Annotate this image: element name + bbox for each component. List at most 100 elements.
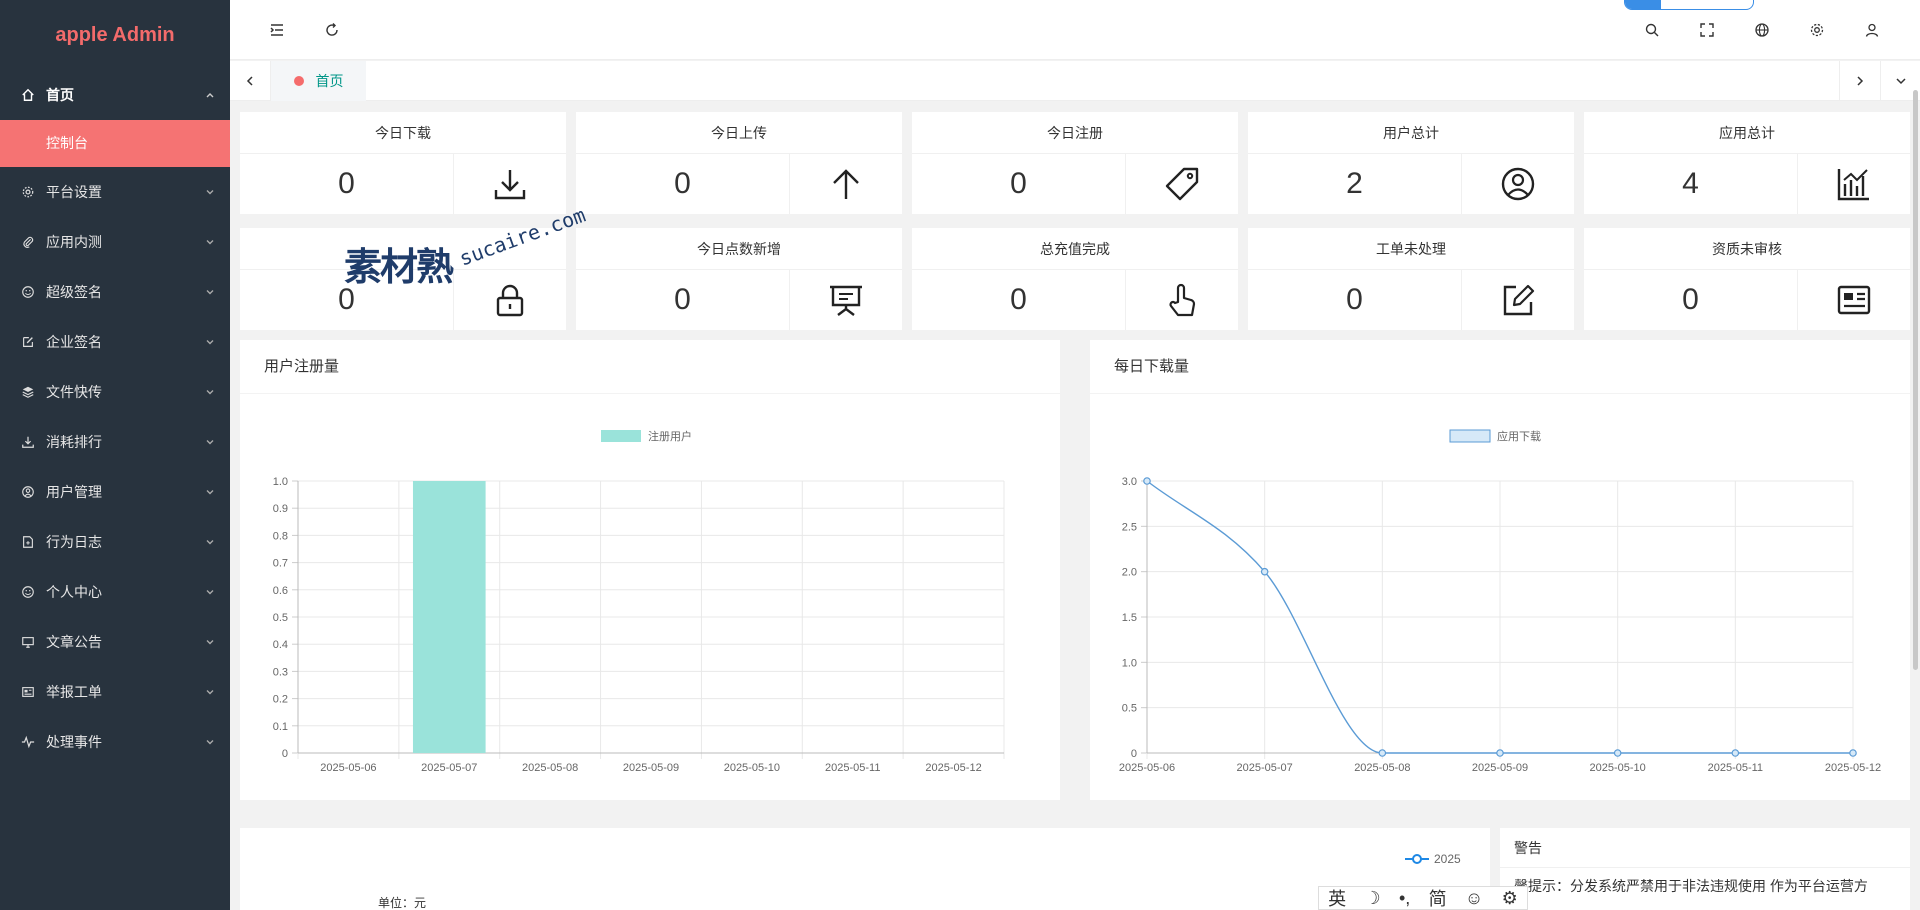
settings-button[interactable] [1805,18,1829,42]
stat-value: 0 [1682,283,1699,316]
stat-value: 0 [338,283,355,316]
brand-title: apple Admin [55,24,175,46]
y-tick-label: 0.5 [1122,703,1137,715]
stat-icon-box [1125,154,1238,214]
stat-card: 今日下载 0 [240,112,566,214]
x-tick-label: 2025-05-10 [1590,762,1646,774]
layers-icon [20,384,36,400]
stat-value: 0 [1010,283,1027,316]
x-tick-label: 2025-05-08 [522,762,578,774]
stat-card: 工单未处理 0 [1248,228,1574,330]
unit-label: 单位：元 [378,896,427,910]
sidebar-item-label: 超级签名 [46,284,102,300]
stat-title: 今日下载 [240,112,566,154]
sidebar-item-11[interactable]: 举报工单 [0,667,230,717]
ime-button[interactable]: ☺ [1465,888,1483,909]
sidebar-item-1[interactable]: 平台设置 [0,167,230,217]
chevron-down-icon [206,290,214,295]
language-button[interactable] [1750,18,1774,42]
tab-scroll-right-button[interactable] [1840,61,1880,101]
ime-button[interactable]: 简 [1429,885,1447,910]
download-chart-panel: 每日下载量 应用下载 0 0.5 1.0 1.5 2.0 2.5 3.0 2025-05-06 2… [1090,340,1910,800]
stat-icon-box [1461,270,1574,330]
legend-line-icon [1405,854,1429,864]
sidebar-item-label: 用户管理 [46,484,102,500]
warning-title: 警告 [1500,828,1910,868]
stat-value: 0 [674,167,691,200]
x-tick-label: 2025-05-10 [724,762,780,774]
stat-title: 今日点数新增 [576,228,902,270]
chevron-down-icon [206,190,214,195]
tab-label: 首页 [315,73,344,89]
stat-card: 今日注册 0 [912,112,1238,214]
stat-title: 资质未审核 [1584,228,1910,270]
menu-toggle-button[interactable] [265,18,289,42]
legend-label: 注册用户 [648,429,692,443]
x-tick-label: 2025-05-09 [1472,762,1528,774]
refresh-button[interactable] [320,18,344,42]
sidebar-item-3[interactable]: 超级签名 [0,267,230,317]
y-tick-label: 0.7 [273,558,288,570]
stat-title: 总充值完成 [912,228,1238,270]
y-tick-label: 2.5 [1122,521,1137,533]
sidebar-item-4[interactable]: 企业签名 [0,317,230,367]
x-tick-label: 2025-05-08 [1354,762,1410,774]
sidebar-item-8[interactable]: 行为日志 [0,517,230,567]
stat-card: 总充值完成 0 [912,228,1238,330]
ime-toolbar[interactable]: 英 ☽ •, 简 ☺ ⚙ [1318,886,1528,910]
stat-card: 用户总计 2 [1248,112,1574,214]
legend-swatch [1449,429,1491,443]
tab-home[interactable]: 首页 [271,61,366,101]
user-button[interactable] [1860,18,1884,42]
sidebar-item-label: 举报工单 [46,684,102,700]
download-line-chart: 应用下载 0 0.5 1.0 1.5 2.0 2.5 3.0 2025-05-06 2025-05… [1119,429,1881,774]
sidebar-item-label: 企业签名 [46,334,102,350]
sidebar-item-5[interactable]: 文件快传 [0,367,230,417]
tab-scroll-left-button[interactable] [230,61,270,101]
stat-card: 应用总计 4 [1584,112,1910,214]
header-pill[interactable] [1624,0,1754,10]
id-card-icon [1837,285,1871,315]
user-circle-icon [20,484,36,500]
smile-icon [20,584,36,600]
stat-icon-box [1797,154,1910,214]
sidebar-item-9[interactable]: 个人中心 [0,567,230,617]
revenue-legend[interactable]: 2025 [1404,852,1461,866]
user-circle-icon [1501,167,1535,201]
ime-button[interactable]: ⚙ [1502,888,1518,909]
y-tick-label: 3.0 [1122,476,1137,488]
stat-title: 工单未处理 [1248,228,1574,270]
sidebar-item-10[interactable]: 文章公告 [0,617,230,667]
chevron-down-icon [206,240,214,245]
y-tick-label: 0.2 [273,694,288,706]
stat-title: 今日上传 [576,112,902,154]
register-bar-chart: 注册用户 0 0.1 0.2 0.3 0.4 0.5 0.6 0.7 0.8 0.9 1.0 2025-… [273,429,1005,774]
fullscreen-button[interactable] [1695,18,1719,42]
ime-button[interactable]: •, [1399,888,1410,909]
x-tick-label: 2025-05-12 [1825,762,1881,774]
sidebar-item-7[interactable]: 用户管理 [0,467,230,517]
sidebar-item-6[interactable]: 消耗排行 [0,417,230,467]
sidebar-item-label: 首页 [46,87,74,103]
arrow-up-icon [833,169,859,199]
stat-icon-box [453,154,566,214]
stat-icon-box [1461,154,1574,214]
edit-icon [1503,284,1535,316]
x-tick-label: 2025-05-11 [825,762,880,774]
data-point [1613,749,1622,757]
stat-icon-box [789,270,902,330]
download-icon [20,434,36,450]
sidebar-item-console[interactable]: 控制台 [0,120,230,167]
sidebar-item-2[interactable]: 应用内测 [0,217,230,267]
sidebar-item-home[interactable]: 首页 [0,70,230,120]
chevron-left-icon [246,76,253,86]
sidebar-item-12[interactable]: 处理事件 [0,717,230,767]
scrollbar[interactable] [1913,90,1918,670]
chevron-down-icon [206,540,214,545]
ime-button[interactable]: ☽ [1364,888,1380,909]
stat-icon-box [1797,270,1910,330]
search-button[interactable] [1640,18,1664,42]
stat-card: 资质未审核 0 [1584,228,1910,330]
globe-icon [1755,23,1769,37]
ime-button[interactable]: 英 [1328,885,1346,910]
